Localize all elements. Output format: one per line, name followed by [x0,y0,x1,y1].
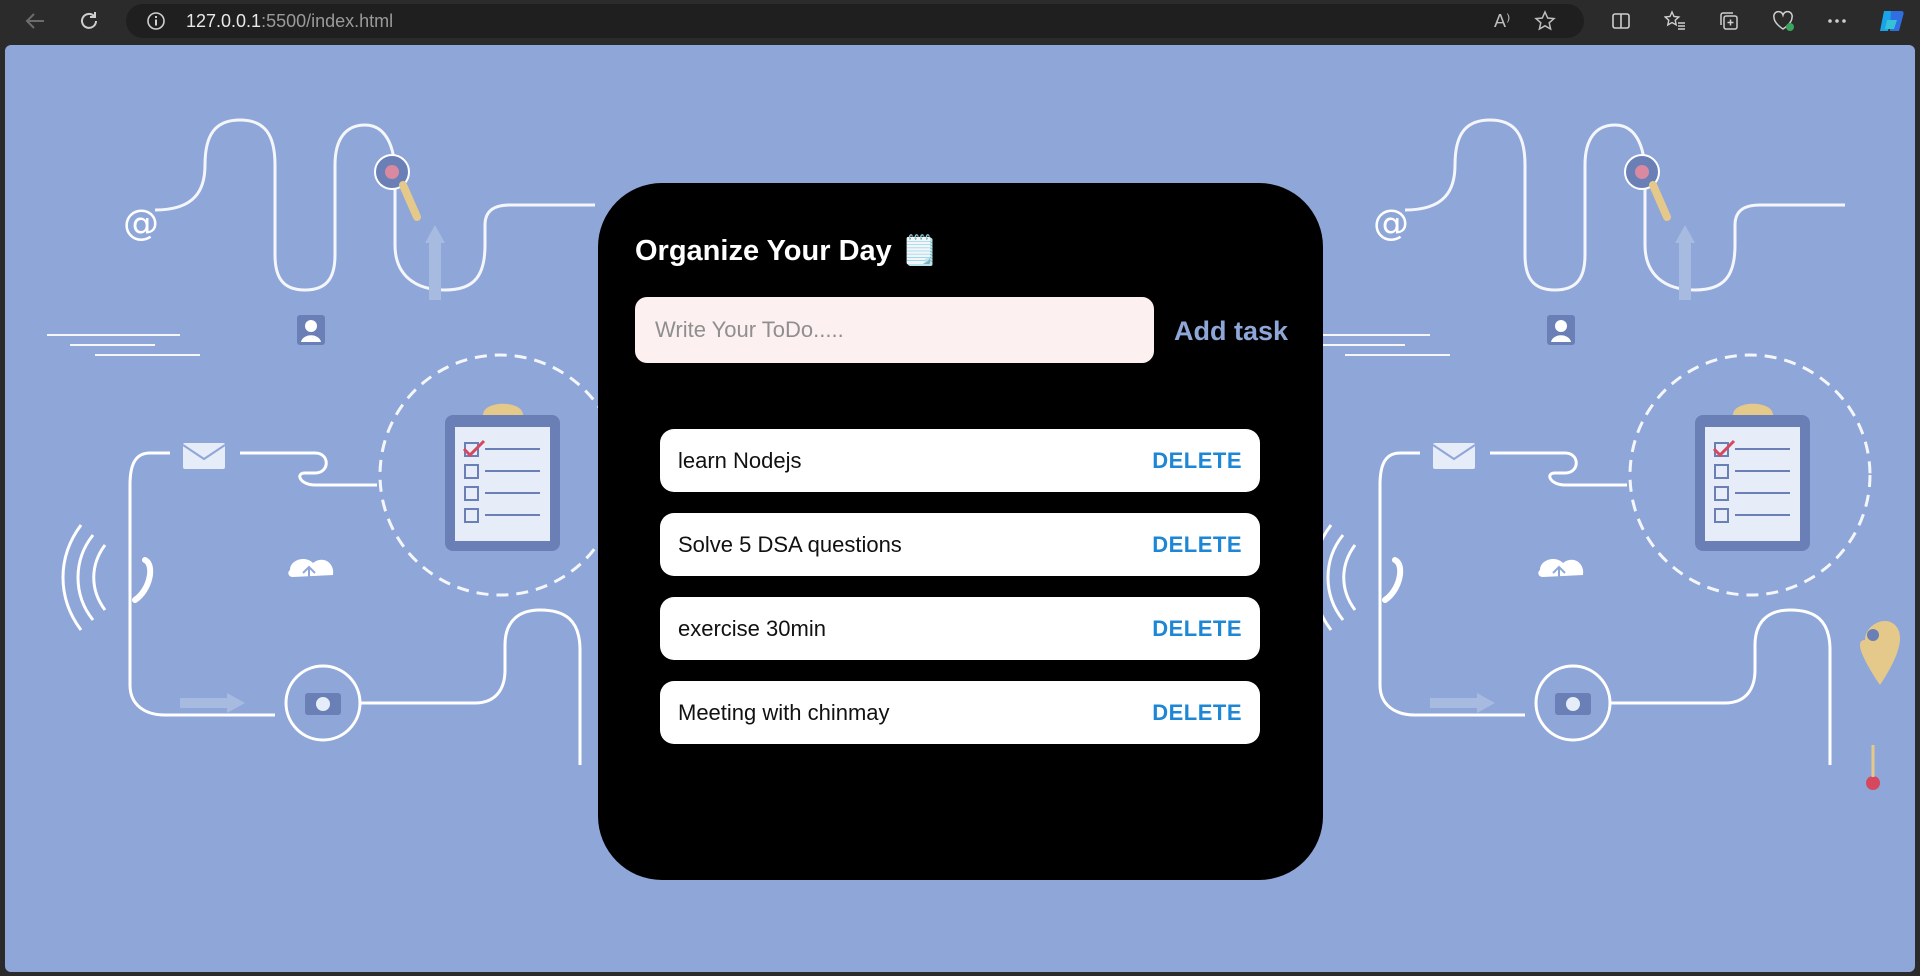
todo-card: Organize Your Day 🗒️ Add task learn Nodej… [598,183,1323,880]
task-text: exercise 30min [678,615,826,641]
notepad-icon: 🗒️ [901,235,938,267]
collections-icon[interactable] [1712,0,1746,42]
copilot-icon[interactable] [1874,0,1910,42]
task-list: learn Nodejs DELETE Solve 5 DSA question… [660,429,1260,765]
todo-input[interactable] [635,297,1154,363]
favorite-star-icon[interactable] [1534,4,1556,38]
more-options-icon[interactable] [1820,0,1854,42]
task-item: exercise 30min DELETE [660,597,1260,660]
refresh-icon[interactable] [72,0,106,42]
title-text: Organize Your Day [635,235,892,267]
favorites-icon[interactable] [1658,0,1692,42]
site-info-icon[interactable] [146,4,166,38]
browser-essentials-icon[interactable] [1766,0,1800,42]
delete-button[interactable]: DELETE [1152,616,1242,642]
delete-button[interactable]: DELETE [1152,448,1242,474]
task-item: Solve 5 DSA questions DELETE [660,513,1260,576]
task-text: learn Nodejs [678,447,802,473]
read-aloud-icon[interactable]: A⁾ [1494,4,1510,38]
page-viewport: @ [5,45,1915,972]
browser-toolbar: 127.0.0.1:5500/index.html A⁾ [0,0,1920,42]
back-icon[interactable] [18,0,52,42]
page-title: Organize Your Day 🗒️ [635,234,938,268]
split-screen-icon[interactable] [1604,0,1638,42]
task-item: learn Nodejs DELETE [660,429,1260,492]
add-task-button[interactable]: Add task [1174,309,1288,353]
delete-button[interactable]: DELETE [1152,532,1242,558]
address-bar[interactable]: 127.0.0.1:5500/index.html A⁾ [126,4,1584,38]
delete-button[interactable]: DELETE [1152,700,1242,726]
task-text: Solve 5 DSA questions [678,531,902,557]
task-text: Meeting with chinmay [678,699,890,725]
task-item: Meeting with chinmay DELETE [660,681,1260,744]
url-text[interactable]: 127.0.0.1:5500/index.html [186,4,393,38]
